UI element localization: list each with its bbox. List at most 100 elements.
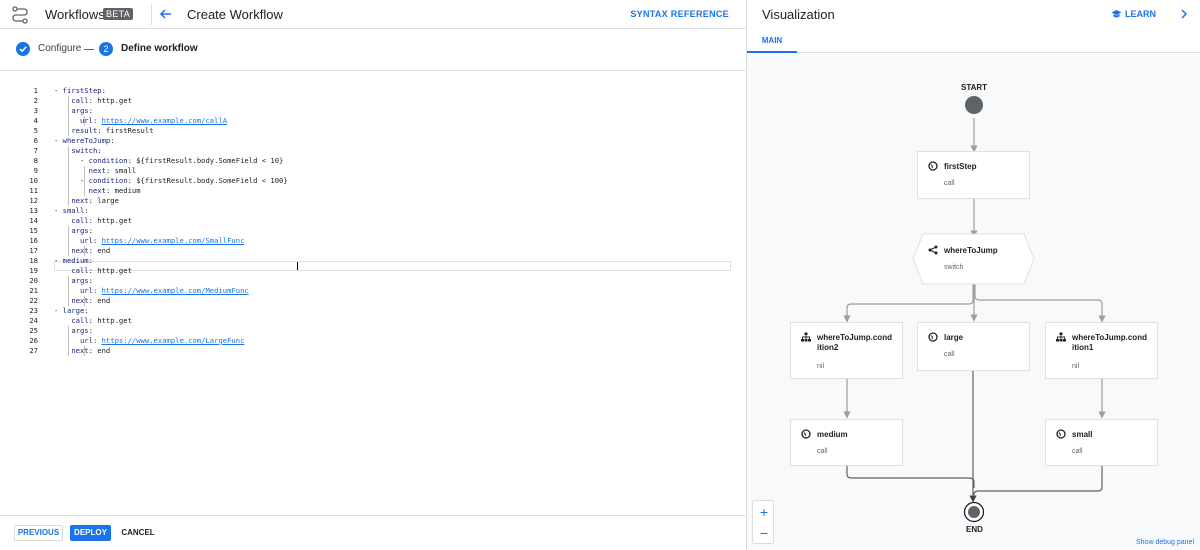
code-line[interactable]: 22 next: end	[0, 296, 747, 306]
line-code: switch:	[71, 146, 102, 155]
step-define-workflow[interactable]: Define workflow	[121, 43, 198, 54]
node-firststep[interactable]: firstStep call	[917, 151, 1030, 199]
workflow-graph[interactable]: START END firstStep call whereToJump swi…	[747, 54, 1200, 550]
node-small[interactable]: small call	[1045, 419, 1158, 466]
line-number: 1	[33, 86, 38, 95]
line-number: 21	[29, 286, 38, 295]
code-line[interactable]: 7 switch:	[0, 146, 747, 156]
hierarchy-icon	[801, 332, 811, 342]
visualization-header: Visualization LEARN	[747, 0, 1200, 29]
line-code: call: http.get	[71, 216, 132, 225]
node-condition1[interactable]: whereToJump.condition1 nil	[1045, 322, 1158, 379]
code-line[interactable]: 2 call: http.get	[0, 96, 747, 106]
line-code: args:	[71, 276, 93, 285]
node-type: call	[944, 351, 955, 358]
line-code: args:	[71, 226, 93, 235]
indent-guide	[68, 146, 69, 206]
visualization-tabs: MAIN	[747, 29, 1200, 53]
line-code: url: https://www.example.com/callA	[79, 116, 228, 125]
code-line[interactable]: 8 - condition: ${firstResult.body.SomeFi…	[0, 156, 747, 166]
code-line[interactable]: 10 - condition: ${firstResult.body.SomeF…	[0, 176, 747, 186]
code-line[interactable]: 14 call: http.get	[0, 216, 747, 226]
node-name: whereToJump.condition2	[817, 333, 892, 352]
node-medium[interactable]: medium call	[790, 419, 903, 466]
code-line[interactable]: 23 - large:	[0, 306, 747, 316]
tab-main[interactable]: MAIN	[747, 29, 797, 53]
line-code: url: https://www.example.com/SmallFunc	[79, 236, 245, 245]
line-number: 6	[33, 136, 38, 145]
code-line[interactable]: 21 url: https://www.example.com/MediumFu…	[0, 286, 747, 296]
edge-medium-end	[846, 466, 975, 488]
code-line[interactable]: 5 result: firstResult	[0, 126, 747, 136]
syntax-reference-link[interactable]: SYNTAX REFERENCE	[630, 9, 729, 19]
zoom-in-button[interactable]: +	[753, 501, 775, 523]
node-type: nil	[817, 363, 825, 370]
node-type: call	[1072, 448, 1083, 455]
line-number: 16	[29, 236, 38, 245]
line-code: - condition: ${firstResult.body.SomeFiel…	[54, 176, 288, 185]
line-number: 17	[29, 246, 38, 255]
start-node	[965, 96, 983, 114]
line-code: - medium:	[54, 256, 93, 265]
node-condition2[interactable]: whereToJump.condition2 nil	[790, 322, 903, 379]
deploy-button[interactable]: DEPLOY	[70, 525, 111, 541]
code-line[interactable]: 26 url: https://www.example.com/LargeFun…	[0, 336, 747, 346]
step-number-badge: 2	[99, 42, 113, 56]
node-wheretojump[interactable]: whereToJump switch	[923, 234, 1024, 284]
code-line[interactable]: 18 - medium:	[0, 256, 747, 266]
zoom-out-button[interactable]: −	[753, 523, 775, 545]
code-line[interactable]: 1 - firstStep:	[0, 86, 747, 96]
code-line[interactable]: 6 - whereToJump:	[0, 136, 747, 146]
indent-guide	[84, 346, 85, 356]
beta-badge: BETA	[103, 8, 134, 20]
indent-guide	[84, 246, 85, 256]
indent-guide	[68, 226, 69, 256]
code-line[interactable]: 25 args:	[0, 326, 747, 336]
code-line[interactable]: 11 next: medium	[0, 186, 747, 196]
code-line[interactable]: 20 args:	[0, 276, 747, 286]
code-line[interactable]: 16 url: https://www.example.com/SmallFun…	[0, 236, 747, 246]
line-number: 19	[29, 266, 38, 275]
node-type: call	[944, 180, 955, 187]
code-line[interactable]: 15 args:	[0, 226, 747, 236]
line-number: 13	[29, 206, 38, 215]
line-number: 25	[29, 326, 38, 335]
line-code: call: http.get	[71, 316, 132, 325]
page-title: Create Workflow	[187, 7, 283, 22]
line-number: 5	[33, 126, 38, 135]
line-number: 7	[33, 146, 38, 155]
cancel-button[interactable]: CANCEL	[118, 525, 158, 541]
code-line[interactable]: 27 next: end	[0, 346, 747, 356]
indent-guide	[68, 276, 69, 306]
line-code: next: large	[71, 196, 119, 205]
line-number: 9	[33, 166, 38, 175]
line-number: 2	[33, 96, 38, 105]
edge-small-end	[973, 466, 1103, 496]
code-line[interactable]: 19 call: http.get	[0, 266, 747, 276]
chevron-right-icon[interactable]	[1178, 7, 1190, 21]
learn-button[interactable]: LEARN	[1111, 9, 1156, 19]
indent-guide	[84, 296, 85, 306]
node-name: whereToJump	[944, 246, 998, 255]
code-line[interactable]: 17 next: end	[0, 246, 747, 256]
school-icon	[1111, 10, 1122, 18]
code-line[interactable]: 9 next: small	[0, 166, 747, 176]
line-number: 3	[33, 106, 38, 115]
step-configure[interactable]: Configure	[38, 43, 81, 54]
back-arrow-icon[interactable]	[158, 6, 174, 22]
code-line[interactable]: 12 next: large	[0, 196, 747, 206]
line-number: 23	[29, 306, 38, 315]
node-name: whereToJump.condition1	[1072, 333, 1147, 352]
line-code: args:	[71, 106, 93, 115]
code-editor[interactable]: 1- firstStep: 2 call: http.get 3 args: 4 ur…	[0, 86, 747, 366]
indent-guide	[84, 166, 85, 196]
code-line[interactable]: 4 url: https://www.example.com/callA	[0, 116, 747, 126]
graph-edges	[843, 96, 1106, 523]
code-line[interactable]: 24 call: http.get	[0, 316, 747, 326]
previous-button[interactable]: PREVIOUS	[14, 525, 63, 541]
node-large[interactable]: large call	[917, 322, 1030, 371]
show-debug-panel-link[interactable]: Show debug panel	[1136, 539, 1194, 546]
code-line[interactable]: 13 - small:	[0, 206, 747, 216]
code-line[interactable]: 3 args:	[0, 106, 747, 116]
call-globe-icon	[1056, 429, 1066, 439]
